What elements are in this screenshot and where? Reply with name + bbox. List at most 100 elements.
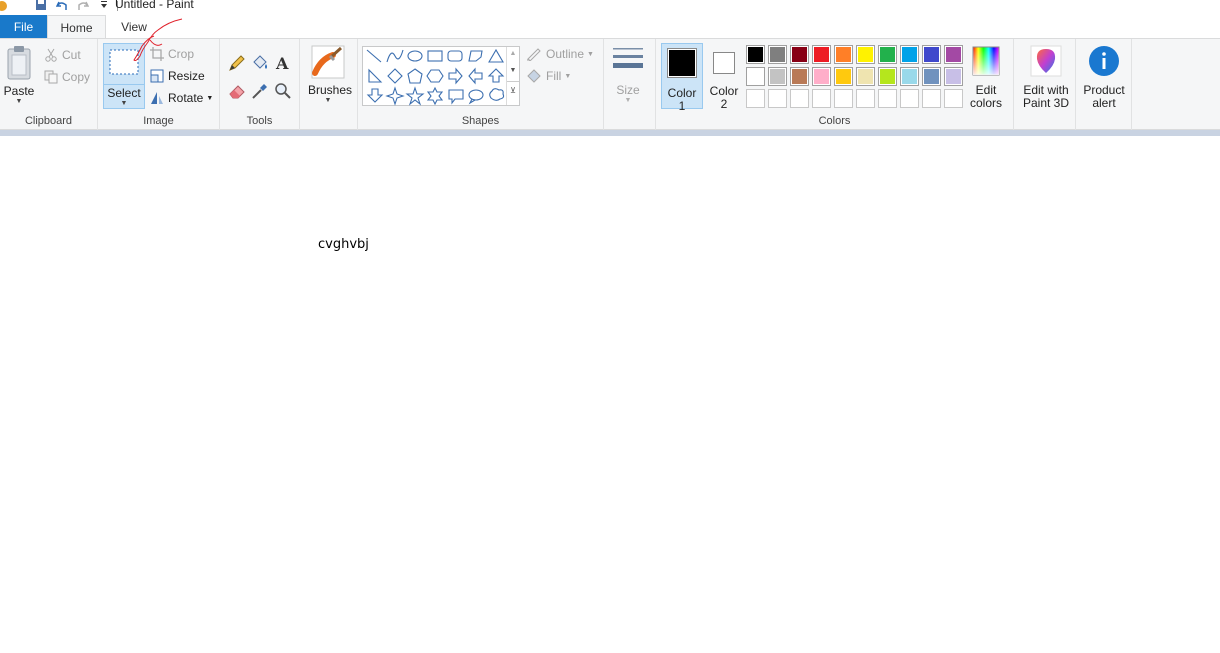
- palette-color-swatch[interactable]: [746, 67, 765, 86]
- size-dropdown-arrow[interactable]: ▼: [610, 97, 646, 105]
- cloud-callout-shape-icon: [489, 88, 505, 101]
- palette-color-swatch[interactable]: [834, 67, 853, 86]
- palette-color-swatch[interactable]: [922, 45, 941, 64]
- shapes-gallery-expand[interactable]: ⊻: [507, 81, 519, 100]
- palette-color-swatch[interactable]: [790, 45, 809, 64]
- palette-color-swatch[interactable]: [856, 45, 875, 64]
- product-alert-button[interactable]: Product alert: [1078, 45, 1130, 110]
- product-alert-group: Product alert: [1076, 39, 1132, 130]
- paint3d-group: Edit with Paint 3D: [1014, 39, 1076, 130]
- left-arrow-shape-icon: [468, 67, 483, 85]
- paste-button[interactable]: Paste ▼: [2, 45, 36, 106]
- rectangle-shape-icon: [427, 50, 443, 62]
- palette-color-swatch[interactable]: [878, 45, 897, 64]
- palette-custom-swatch[interactable]: [878, 89, 897, 108]
- tab-home[interactable]: Home: [47, 15, 106, 39]
- down-arrow-shape-icon: [366, 88, 384, 103]
- fill-dropdown-arrow[interactable]: ▼: [564, 73, 571, 80]
- palette-custom-swatch[interactable]: [812, 89, 831, 108]
- palette-color-swatch[interactable]: [900, 45, 919, 64]
- edit-colors-button[interactable]: Edit colors: [966, 45, 1006, 110]
- palette-color-swatch[interactable]: [878, 67, 897, 86]
- paste-label: Paste: [3, 84, 35, 98]
- size-button[interactable]: Size ▼: [610, 45, 646, 105]
- palette-color-swatch[interactable]: [790, 67, 809, 86]
- palette-color-swatch[interactable]: [768, 45, 787, 64]
- brushes-button[interactable]: Brushes ▼: [308, 45, 352, 105]
- right-arrow-shape-icon: [448, 67, 463, 85]
- palette-color-swatch[interactable]: [812, 45, 831, 64]
- fill-bucket-icon[interactable]: [251, 54, 269, 72]
- palette-color-swatch[interactable]: [944, 67, 963, 86]
- palette-custom-swatch[interactable]: [790, 89, 809, 108]
- resize-button[interactable]: Resize: [150, 66, 205, 86]
- window-title: Untitled - Paint: [115, 0, 194, 11]
- copy-label: Copy: [62, 70, 91, 84]
- rotate-dropdown-arrow[interactable]: ▼: [206, 95, 213, 102]
- color-2-label-line2: 2: [720, 97, 728, 111]
- palette-color-swatch[interactable]: [746, 45, 765, 64]
- rotate-button[interactable]: Rotate ▼: [150, 88, 213, 108]
- redo-icon[interactable]: [77, 0, 89, 12]
- diamond-shape-icon: [387, 68, 403, 84]
- palette-color-swatch[interactable]: [812, 67, 831, 86]
- palette-custom-swatch[interactable]: [746, 89, 765, 108]
- line-size-icon: [613, 48, 643, 68]
- oval-shape-icon: [407, 50, 423, 62]
- fill-button[interactable]: Fill ▼: [526, 66, 571, 86]
- right-triangle-shape-icon: [368, 68, 383, 83]
- brushes-group: Brushes ▼: [300, 39, 358, 130]
- tab-file[interactable]: File: [0, 15, 47, 39]
- shapes-scroll-up[interactable]: ▲: [507, 47, 519, 61]
- cut-button[interactable]: Cut: [44, 45, 81, 65]
- color-picker-icon[interactable]: [251, 82, 269, 100]
- customize-qat-icon[interactable]: [98, 0, 110, 12]
- palette-color-swatch[interactable]: [856, 67, 875, 86]
- curve-shape-icon: [386, 49, 404, 63]
- eraser-icon[interactable]: [228, 82, 246, 100]
- pencil-icon[interactable]: [228, 54, 246, 72]
- svg-text:A: A: [275, 54, 289, 72]
- color-2-button[interactable]: Color 2: [705, 43, 743, 111]
- brush-icon: [311, 45, 345, 79]
- palette-custom-swatch[interactable]: [768, 89, 787, 108]
- palette-custom-swatch[interactable]: [856, 89, 875, 108]
- shapes-gallery-scroll[interactable]: ▲ ▼ ⊻: [506, 47, 519, 105]
- color-1-button[interactable]: Color 1: [661, 43, 703, 113]
- palette-color-swatch[interactable]: [944, 45, 963, 64]
- palette-custom-swatch[interactable]: [834, 89, 853, 108]
- palette-color-swatch[interactable]: [834, 45, 853, 64]
- canvas-text: cvghvbj: [318, 237, 369, 252]
- palette-color-swatch[interactable]: [768, 67, 787, 86]
- edit-with-paint3d-button[interactable]: Edit with Paint 3D: [1018, 45, 1074, 110]
- select-dropdown-arrow[interactable]: ▼: [104, 100, 144, 108]
- paste-dropdown-arrow[interactable]: ▼: [2, 98, 36, 106]
- up-arrow-shape-icon: [487, 68, 505, 83]
- oval-callout-shape-icon: [468, 89, 484, 105]
- save-icon[interactable]: [35, 0, 47, 12]
- shapes-scroll-down[interactable]: ▼: [507, 61, 519, 81]
- rounded-callout-shape-icon: [448, 89, 464, 105]
- drawing-canvas[interactable]: cvghvbj: [0, 136, 1220, 653]
- palette-color-swatch[interactable]: [900, 67, 919, 86]
- image-group-label: Image: [143, 115, 174, 127]
- palette-color-swatch[interactable]: [922, 67, 941, 86]
- rotate-label: Rotate: [168, 91, 204, 105]
- palette-custom-swatch[interactable]: [922, 89, 941, 108]
- paste-icon: [7, 46, 31, 80]
- brushes-dropdown-arrow[interactable]: ▼: [308, 97, 348, 105]
- quick-access-toolbar: [0, 0, 118, 12]
- info-icon: [1089, 46, 1119, 76]
- copy-button[interactable]: Copy: [44, 67, 90, 87]
- text-tool-icon[interactable]: A: [274, 54, 292, 72]
- magnifier-icon[interactable]: [274, 82, 292, 100]
- outline-dropdown-arrow[interactable]: ▼: [587, 51, 594, 58]
- shapes-icons: [366, 48, 505, 106]
- resize-label: Resize: [168, 69, 205, 83]
- undo-icon[interactable]: [56, 0, 68, 12]
- palette-custom-swatch[interactable]: [944, 89, 963, 108]
- outline-button[interactable]: Outline ▼: [526, 44, 594, 64]
- five-point-star-shape-icon: [405, 86, 425, 106]
- line-shape-icon: [366, 49, 382, 63]
- palette-custom-swatch[interactable]: [900, 89, 919, 108]
